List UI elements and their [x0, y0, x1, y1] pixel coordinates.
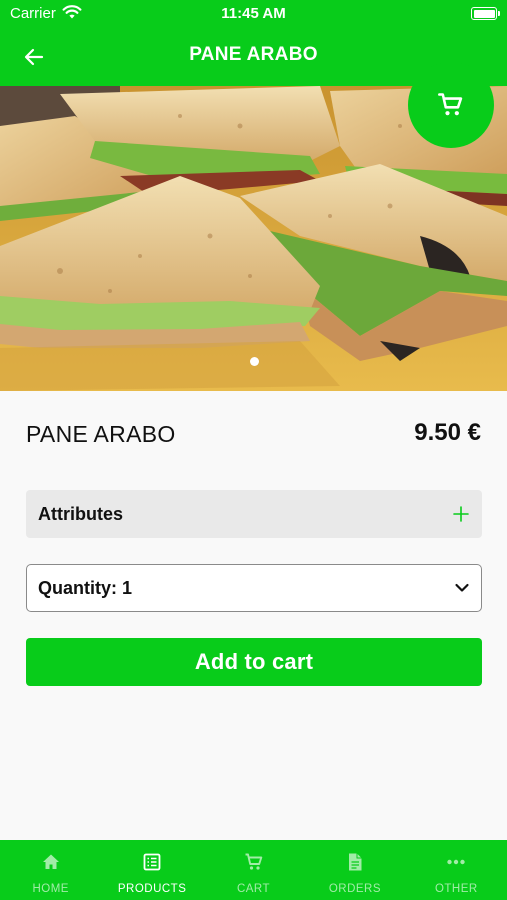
tab-bar: HOME PRODUCTS CART ORDERS OTHER — [0, 840, 507, 900]
add-to-cart-button[interactable]: Add to cart — [26, 638, 482, 686]
cart-icon — [245, 853, 262, 870]
page-title: PANE ARABO — [189, 44, 318, 65]
status-bar: Carrier 11:45 AM — [0, 0, 507, 28]
list-icon — [143, 853, 161, 871]
tab-cart[interactable]: CART — [203, 840, 304, 900]
tab-label: ORDERS — [328, 883, 382, 895]
tab-orders[interactable]: ORDERS — [304, 840, 405, 900]
battery-icon — [471, 7, 500, 20]
carousel-page-dot[interactable] — [250, 357, 259, 366]
tab-home[interactable]: HOME — [0, 840, 101, 900]
attributes-expander[interactable]: Attributes — [26, 490, 482, 538]
chevron-down-icon — [455, 583, 469, 592]
document-icon — [348, 853, 362, 871]
home-icon — [42, 854, 59, 869]
tab-products[interactable]: PRODUCTS — [101, 840, 202, 900]
tab-label: CART — [236, 883, 271, 895]
clock: 11:45 AM — [221, 5, 286, 22]
attributes-label: Attributes — [38, 504, 123, 524]
cart-fab-button[interactable] — [408, 62, 494, 148]
quantity-label: Quantity: 1 — [38, 578, 133, 598]
cart-icon — [438, 93, 463, 116]
more-icon — [447, 859, 466, 865]
tab-label: PRODUCTS — [117, 883, 187, 895]
tab-label: HOME — [32, 883, 69, 895]
plus-icon[interactable] — [452, 500, 470, 528]
quantity-select[interactable]: Quantity: 1 — [26, 564, 482, 612]
tab-label: OTHER — [434, 883, 478, 895]
product-name: PANE ARABO — [26, 421, 176, 447]
product-price: 9.50 € — [414, 419, 481, 446]
tab-other[interactable]: OTHER — [406, 840, 507, 900]
